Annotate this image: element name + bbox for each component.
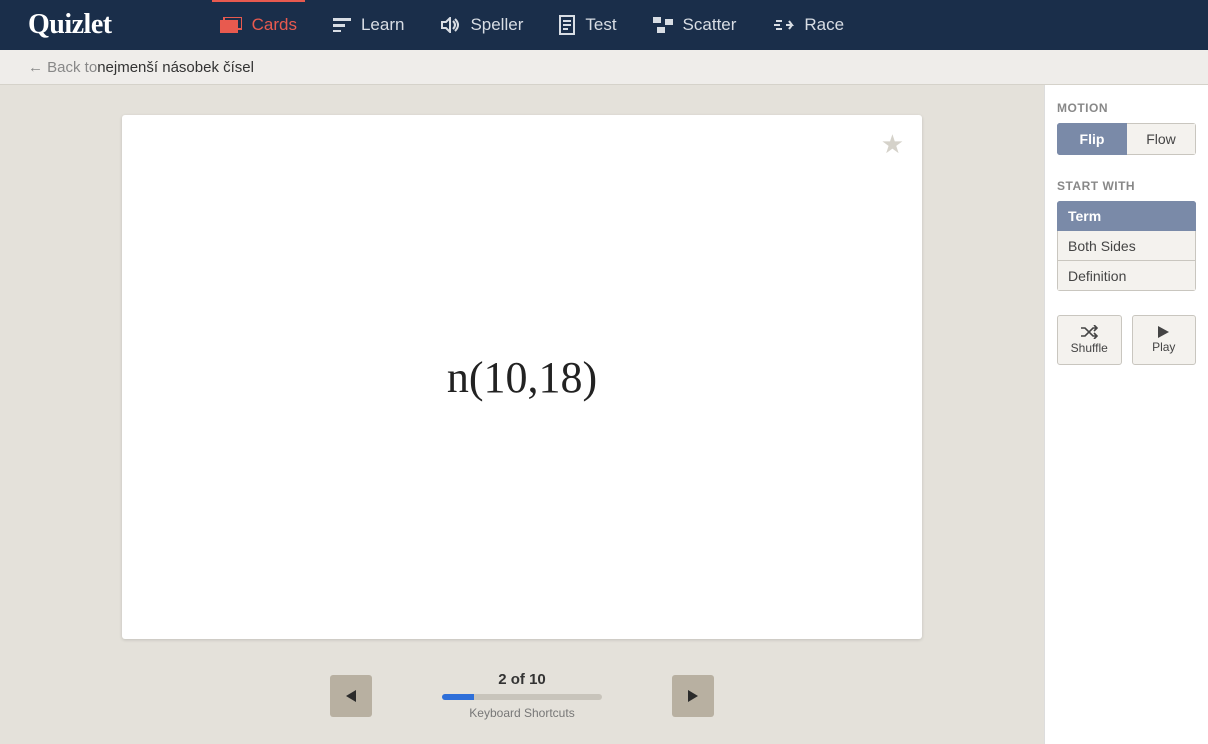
nav-cards[interactable]: Cards xyxy=(202,0,315,50)
startwith-label: START WITH xyxy=(1057,179,1196,193)
nav-test-label: Test xyxy=(585,15,616,35)
learn-icon xyxy=(333,18,351,32)
prev-button[interactable] xyxy=(330,675,372,717)
triangle-right-icon xyxy=(688,690,698,702)
keyboard-shortcuts-link[interactable]: Keyboard Shortcuts xyxy=(469,706,574,720)
controls-center: 2 of 10 Keyboard Shortcuts xyxy=(442,671,602,720)
breadcrumb: ← Back to nejmenší násobek čísel xyxy=(0,50,1208,85)
progress-fill xyxy=(442,694,474,700)
next-button[interactable] xyxy=(672,675,714,717)
play-label: Play xyxy=(1152,340,1175,354)
shuffle-label: Shuffle xyxy=(1071,341,1108,355)
cards-icon xyxy=(220,17,242,33)
breadcrumb-back[interactable]: ← Back to xyxy=(28,59,97,76)
nav-scatter[interactable]: Scatter xyxy=(635,0,755,50)
nav-race[interactable]: Race xyxy=(754,0,862,50)
startwith-term[interactable]: Term xyxy=(1057,201,1196,231)
play-button[interactable]: Play xyxy=(1132,315,1197,365)
nav-test[interactable]: Test xyxy=(541,0,634,50)
race-icon xyxy=(772,18,794,32)
card-counter: 2 of 10 xyxy=(498,671,546,688)
nav-learn-label: Learn xyxy=(361,15,404,35)
card-term: n(10,18) xyxy=(447,352,597,403)
nav-scatter-label: Scatter xyxy=(683,15,737,35)
motion-flip[interactable]: Flip xyxy=(1057,123,1127,155)
top-navigation: Quizlet Cards Learn Speller Test Scatter xyxy=(0,0,1208,50)
shuffle-button[interactable]: Shuffle xyxy=(1057,315,1122,365)
card-area: ★ n(10,18) 2 of 10 Keyboard Shortcuts xyxy=(0,85,1044,744)
motion-label: MOTION xyxy=(1057,101,1196,115)
nav-race-label: Race xyxy=(804,15,844,35)
play-icon xyxy=(1158,326,1170,338)
main-area: ★ n(10,18) 2 of 10 Keyboard Shortcuts MO… xyxy=(0,85,1208,744)
test-icon xyxy=(559,15,575,35)
star-icon[interactable]: ★ xyxy=(881,129,904,160)
startwith-list: Term Both Sides Definition xyxy=(1057,201,1196,291)
options-sidebar: MOTION Flip Flow START WITH Term Both Si… xyxy=(1044,85,1208,744)
brand-logo[interactable]: Quizlet xyxy=(28,9,112,41)
nav-learn[interactable]: Learn xyxy=(315,0,422,50)
startwith-definition[interactable]: Definition xyxy=(1057,261,1196,291)
flashcard[interactable]: ★ n(10,18) xyxy=(122,115,922,639)
nav-speller[interactable]: Speller xyxy=(422,0,541,50)
motion-toggle: Flip Flow xyxy=(1057,123,1196,155)
nav-speller-label: Speller xyxy=(470,15,523,35)
nav-cards-label: Cards xyxy=(252,15,297,35)
shuffle-icon xyxy=(1080,325,1098,339)
progress-bar xyxy=(442,694,602,700)
scatter-icon xyxy=(653,17,673,33)
motion-flow[interactable]: Flow xyxy=(1127,123,1196,155)
card-controls: 2 of 10 Keyboard Shortcuts xyxy=(122,671,922,720)
breadcrumb-title[interactable]: nejmenší násobek čísel xyxy=(97,59,254,76)
startwith-both[interactable]: Both Sides xyxy=(1057,231,1196,261)
speller-icon xyxy=(440,17,460,33)
action-row: Shuffle Play xyxy=(1057,315,1196,365)
triangle-left-icon xyxy=(346,690,356,702)
